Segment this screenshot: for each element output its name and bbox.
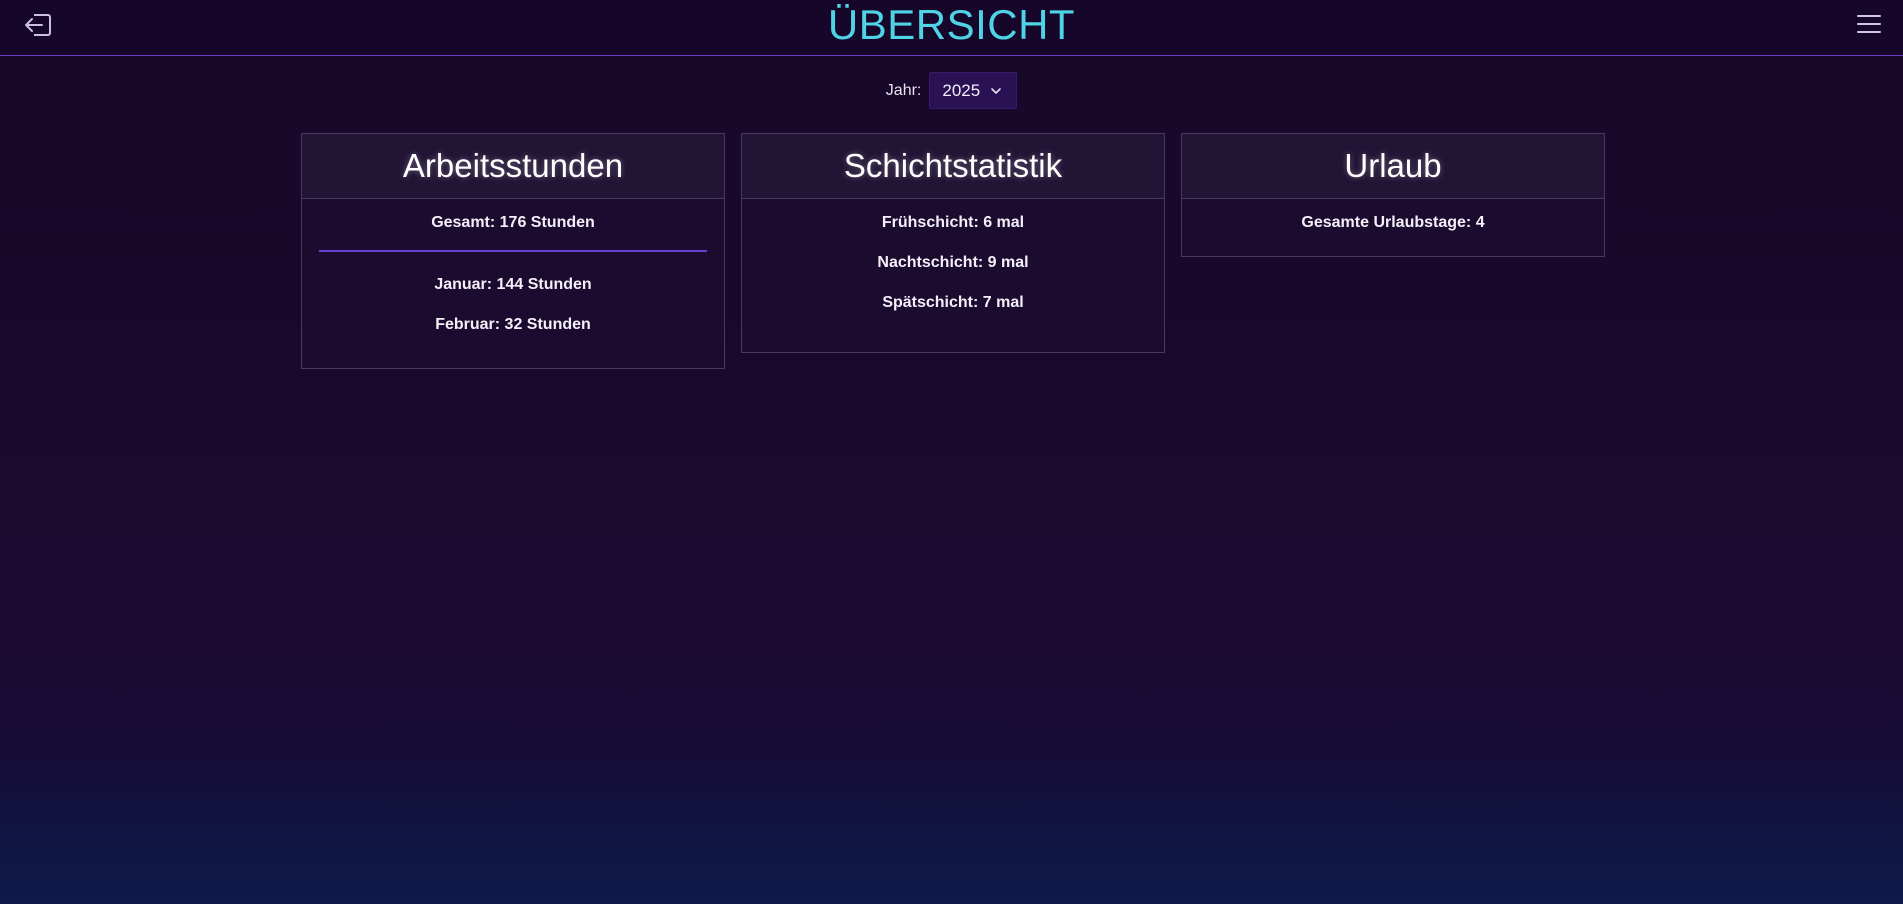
hours-month-item: Februar: 32 Stunden (435, 316, 591, 333)
year-select-value: 2025 (942, 80, 981, 100)
year-select[interactable]: 2025 (929, 72, 1018, 109)
card-body: Frühschicht: 6 mal Nachtschicht: 9 mal S… (742, 199, 1164, 312)
card-working-hours: Arbeitsstunden Gesamt: 176 Stunden Janua… (301, 133, 725, 369)
vacation-total: Gesamte Urlaubstage: 4 (1301, 214, 1485, 231)
shift-item: Frühschicht: 6 mal (881, 214, 1025, 231)
page-title: ÜBERSICHT (827, 1, 1076, 48)
card-title: Schichtstatistik (742, 134, 1164, 199)
menu-button[interactable] (1855, 12, 1883, 36)
top-bar: ÜBERSICHT (0, 0, 1903, 56)
chevron-down-icon (991, 87, 1002, 94)
card-title: Arbeitsstunden (302, 134, 724, 199)
card-vacation: Urlaub Gesamte Urlaubstage: 4 (1181, 133, 1605, 257)
card-body: Gesamte Urlaubstage: 4 (1182, 199, 1604, 232)
hours-total: Gesamt: 176 Stunden (431, 214, 595, 231)
shift-item: Nachtschicht: 9 mal (877, 254, 1029, 271)
card-shift-statistics: Schichtstatistik Frühschicht: 6 mal Nach… (741, 133, 1165, 353)
year-filter: Jahr: 2025 (0, 72, 1903, 109)
year-label: Jahr: (885, 81, 922, 99)
card-title: Urlaub (1182, 134, 1604, 199)
hours-month-item: Januar: 144 Stunden (434, 276, 592, 293)
card-body: Gesamt: 176 Stunden Januar: 144 Stunden … (302, 199, 724, 334)
hamburger-menu-icon (1857, 15, 1881, 33)
divider (319, 250, 707, 252)
shift-item: Spätschicht: 7 mal (882, 294, 1024, 311)
